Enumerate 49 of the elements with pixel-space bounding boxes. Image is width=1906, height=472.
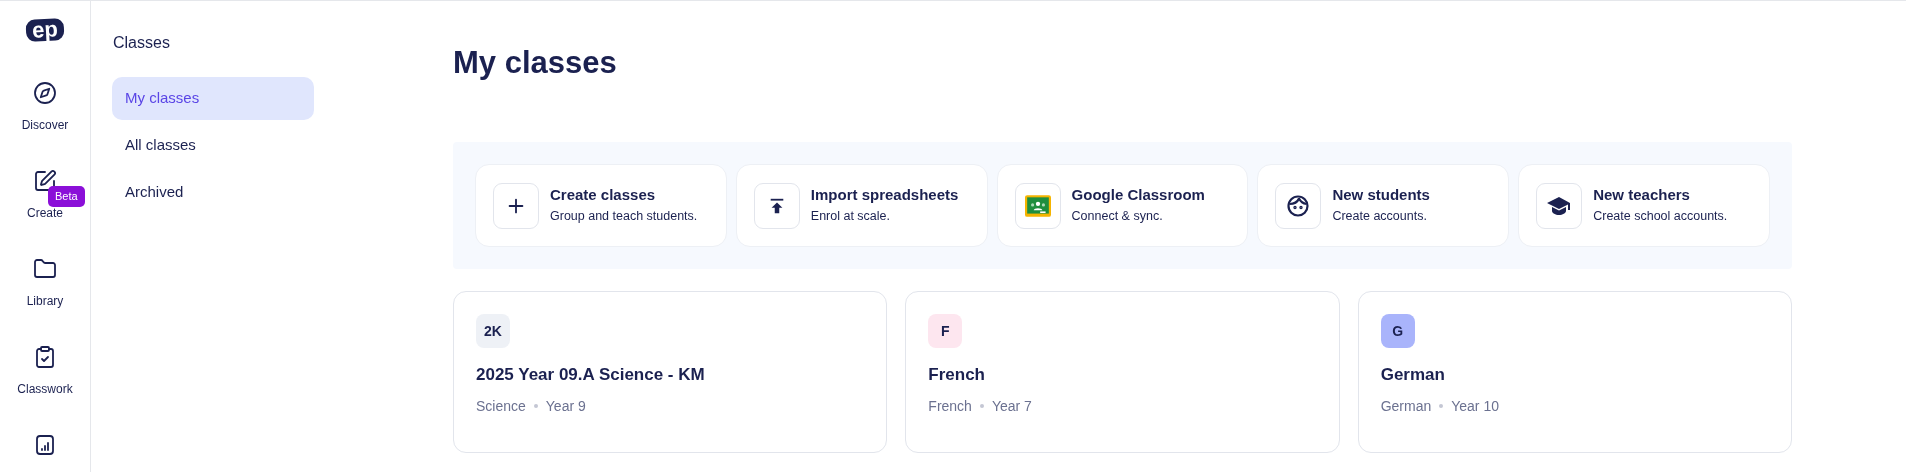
folder-icon — [33, 257, 57, 281]
nav-item[interactable]: Library — [5, 257, 85, 323]
action-card[interactable]: New students Create accounts. — [1257, 164, 1510, 247]
class-badge: 2K — [476, 314, 510, 348]
graduation-cap-icon — [1547, 195, 1572, 216]
action-subtitle: Group and teach students. — [550, 209, 698, 225]
action-title: New students — [1332, 186, 1430, 206]
class-card[interactable]: 2K 2025 Year 09.A Science - KM Science Year 9 — [453, 291, 888, 453]
nav-item[interactable]: Beta Create — [5, 169, 85, 235]
section-title: Classes — [112, 33, 171, 53]
class-badge: F — [928, 314, 963, 348]
action-subtitle: Create accounts. — [1332, 209, 1428, 225]
subnav-item[interactable]: My classes — [112, 77, 314, 120]
action-subtitle: Create school accounts. — [1593, 209, 1728, 225]
class-year: Year 9 — [545, 396, 586, 416]
edit-icon — [33, 169, 57, 193]
nav-item[interactable]: Discover — [5, 81, 85, 147]
class-card[interactable]: G German German Year 10 — [1357, 291, 1792, 453]
action-card[interactable]: Import spreadsheets Enrol at scale. — [735, 164, 988, 247]
class-year: Year 10 — [1451, 396, 1499, 416]
class-name: German — [1380, 364, 1446, 386]
logo[interactable]: ep — [25, 18, 65, 42]
action-card[interactable]: Google Classroom Connect & sync. — [996, 164, 1249, 247]
class-subject: German — [1380, 396, 1432, 416]
class-name: 2025 Year 09.A Science - KM — [476, 364, 706, 386]
action-title: Import spreadsheets — [810, 186, 959, 206]
action-title: New teachers — [1593, 186, 1691, 206]
beta-badge: Beta — [48, 186, 85, 207]
clipboard-icon — [33, 345, 57, 369]
action-card[interactable]: New teachers Create school accounts. — [1518, 164, 1770, 247]
action-card[interactable]: Create classes Group and teach students. — [475, 164, 727, 247]
page-title: My classes — [453, 47, 618, 78]
nav-item[interactable]: Classwork — [5, 345, 85, 411]
class-card[interactable]: F French French Year 7 — [905, 291, 1340, 453]
action-title: Create classes — [550, 186, 657, 206]
class-subject: Science — [476, 396, 526, 416]
face-icon — [1286, 193, 1311, 218]
action-title: Google Classroom — [1071, 186, 1205, 206]
class-year: Year 7 — [991, 396, 1032, 416]
action-subtitle: Enrol at scale. — [810, 209, 891, 225]
class-name: French — [928, 364, 986, 386]
subnav-item[interactable]: Archived — [112, 171, 314, 214]
chart-icon — [33, 433, 57, 457]
class-subject: French — [928, 396, 972, 416]
subnav-item[interactable]: All classes — [112, 124, 314, 167]
class-badge: G — [1380, 314, 1415, 348]
classroom-icon — [1024, 194, 1051, 217]
compass-icon — [33, 81, 57, 105]
action-subtitle: Connect & sync. — [1071, 209, 1164, 225]
